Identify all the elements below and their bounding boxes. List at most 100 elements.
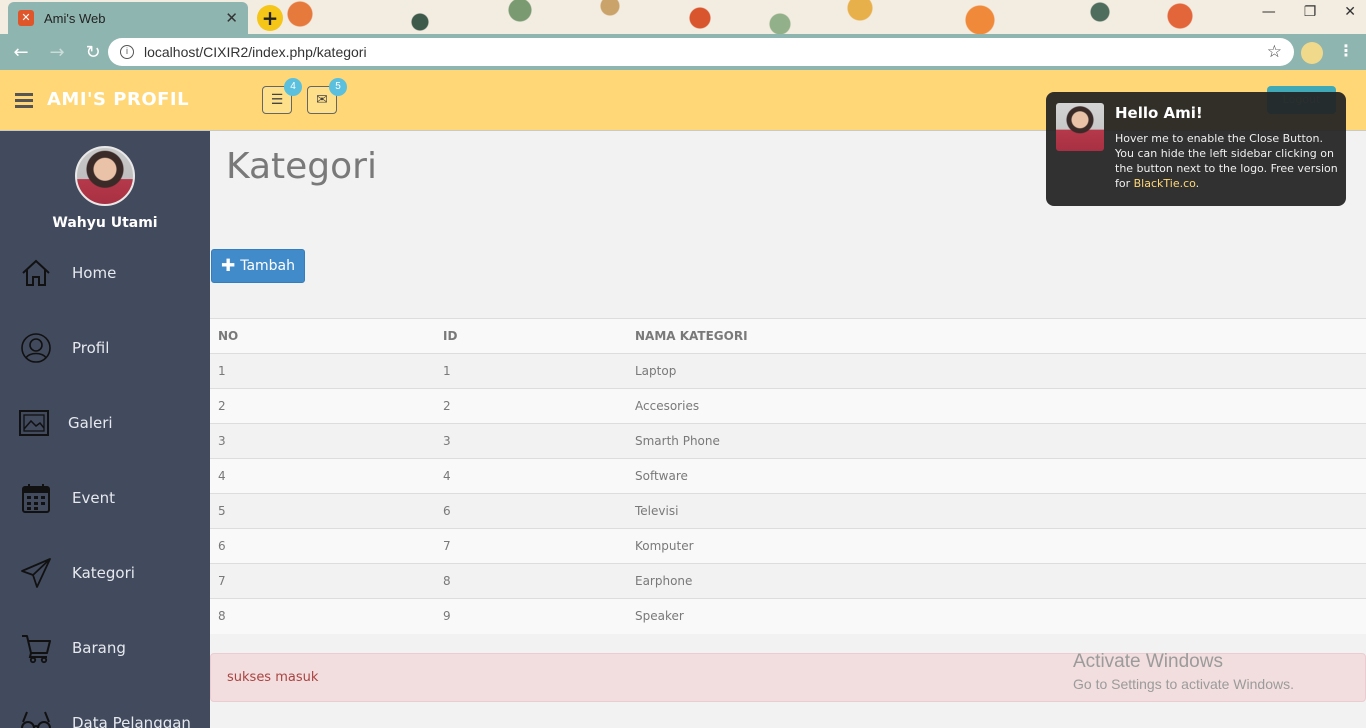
reload-button[interactable]: ↻ <box>78 42 108 63</box>
category-table: NO ID NAMA KATEGORI 1 1 Laptop 2 2 Accesorie… <box>210 318 1366 634</box>
sidebar-item-profil[interactable]: Profil <box>0 310 210 385</box>
bookmark-star-icon[interactable]: ☆ <box>1267 42 1282 62</box>
browser-tabstrip: ✕ Ami's Web ✕ + — ❐ ✕ <box>0 0 1366 34</box>
cell-name: Speaker <box>627 598 1366 634</box>
cell-id: 3 <box>435 423 627 459</box>
sidebar-item-data-pelanggan[interactable]: Data Pelanggan <box>0 685 210 728</box>
favicon-icon: ✕ <box>18 10 34 26</box>
add-button-label: Tambah <box>240 258 296 274</box>
mail-badge: 5 <box>329 78 347 96</box>
sidebar-item-kategori[interactable]: Kategori <box>0 535 210 610</box>
cell-no: 2 <box>210 388 435 424</box>
url-text[interactable]: localhost/CIXIR2/index.php/kategori <box>144 44 1267 60</box>
cell-no: 4 <box>210 458 435 494</box>
glasses-icon <box>0 708 72 728</box>
site-info-icon[interactable]: i <box>120 45 134 59</box>
cell-id: 7 <box>435 528 627 564</box>
cell-name: Laptop <box>627 353 1366 389</box>
alert-text: sukses masuk <box>227 670 319 685</box>
image-icon <box>0 409 68 437</box>
sidebar-item-label: Home <box>72 263 117 282</box>
cell-id: 6 <box>435 493 627 529</box>
paper-plane-icon <box>0 557 72 589</box>
calendar-icon <box>0 482 72 514</box>
user-avatar[interactable] <box>75 146 135 206</box>
welcome-notification[interactable]: Hello Ami! Hover me to enable the Close … <box>1046 92 1346 206</box>
tab-close-icon[interactable]: ✕ <box>225 9 238 27</box>
sidebar-item-event[interactable]: Event <box>0 460 210 535</box>
forward-button[interactable]: → <box>42 42 72 63</box>
cell-no: 1 <box>210 353 435 389</box>
cell-id: 2 <box>435 388 627 424</box>
table-header-row: NO ID NAMA KATEGORI <box>210 318 1366 354</box>
cart-icon <box>0 632 72 664</box>
cell-no: 5 <box>210 493 435 529</box>
cell-name: Software <box>627 458 1366 494</box>
table-row: 1 1 Laptop <box>210 353 1366 389</box>
sidebar-item-label: Data Pelanggan <box>72 713 191 728</box>
user-name: Wahyu Utami <box>52 215 158 231</box>
table-row: 5 6 Televisi <box>210 493 1366 529</box>
sidebar-item-home[interactable]: Home <box>0 235 210 310</box>
envelope-icon: ✉ <box>316 92 328 108</box>
tab-title: Ami's Web <box>44 10 106 26</box>
notification-text: Hover me to enable the Close Button. You… <box>1115 131 1340 191</box>
cell-id: 1 <box>435 353 627 389</box>
table-row: 6 7 Komputer <box>210 528 1366 564</box>
app-logo[interactable]: AMI'S PROFIL <box>47 89 189 110</box>
tasks-badge: 4 <box>284 78 302 96</box>
notification-period: . <box>1195 177 1200 190</box>
table-row: 7 8 Earphone <box>210 563 1366 599</box>
sidebar-item-label: Galeri <box>68 413 113 432</box>
table-row: 8 9 Speaker <box>210 598 1366 634</box>
address-bar[interactable]: i localhost/CIXIR2/index.php/kategori ☆ <box>108 38 1294 66</box>
column-header-nama-kategori[interactable]: NAMA KATEGORI <box>627 318 1366 354</box>
plus-icon: ✚ <box>220 256 236 276</box>
page-title: Kategori <box>226 146 377 187</box>
cell-name: Earphone <box>627 563 1366 599</box>
browser-tab[interactable]: ✕ Ami's Web ✕ <box>8 2 248 34</box>
notification-title: Hello Ami! <box>1115 104 1203 122</box>
sidebar-item-barang[interactable]: Barang <box>0 610 210 685</box>
close-window-button[interactable]: ✕ <box>1344 4 1356 20</box>
new-tab-button[interactable]: + <box>257 5 283 31</box>
column-header-no[interactable]: NO <box>210 318 435 354</box>
notification-avatar <box>1056 103 1104 151</box>
back-button[interactable]: ← <box>6 42 36 63</box>
table-row: 2 2 Accesories <box>210 388 1366 424</box>
sidebar-item-galeri[interactable]: Galeri <box>0 385 210 460</box>
cell-name: Televisi <box>627 493 1366 529</box>
profile-avatar-icon[interactable] <box>1301 42 1323 64</box>
cell-id: 4 <box>435 458 627 494</box>
sidebar-item-label: Event <box>72 488 115 507</box>
tasks-button[interactable]: ☰ 4 <box>262 78 302 114</box>
home-icon <box>0 258 72 288</box>
browser-menu-icon[interactable]: ⋮ <box>1338 41 1354 60</box>
sidebar: Wahyu Utami Home Profil Galeri Event Kat… <box>0 131 210 728</box>
table-row: 4 4 Software <box>210 458 1366 494</box>
sidebar-item-label: Barang <box>72 638 126 657</box>
minimize-button[interactable]: — <box>1262 4 1276 20</box>
table-row: 3 3 Smarth Phone <box>210 423 1366 459</box>
window-controls: — ❐ ✕ <box>1262 4 1356 20</box>
activate-windows-watermark: Activate Windows Go to Settings to activ… <box>1073 651 1294 692</box>
blacktie-link[interactable]: BlackTie.co <box>1134 177 1196 190</box>
user-icon <box>0 332 72 364</box>
sidebar-toggle-icon[interactable] <box>15 93 33 111</box>
column-header-id[interactable]: ID <box>435 318 627 354</box>
cell-name: Smarth Phone <box>627 423 1366 459</box>
tasks-icon: ☰ <box>270 92 284 108</box>
cell-name: Komputer <box>627 528 1366 564</box>
cell-no: 6 <box>210 528 435 564</box>
cell-id: 8 <box>435 563 627 599</box>
cell-no: 8 <box>210 598 435 634</box>
mail-button[interactable]: ✉ 5 <box>307 78 347 114</box>
sidebar-item-label: Kategori <box>72 563 135 582</box>
sidebar-item-label: Profil <box>72 338 110 357</box>
maximize-button[interactable]: ❐ <box>1304 4 1317 20</box>
cell-no: 7 <box>210 563 435 599</box>
cell-no: 3 <box>210 423 435 459</box>
watermark-subtitle: Go to Settings to activate Windows. <box>1073 676 1294 692</box>
cell-id: 9 <box>435 598 627 634</box>
add-category-button[interactable]: ✚ Tambah <box>211 249 305 283</box>
